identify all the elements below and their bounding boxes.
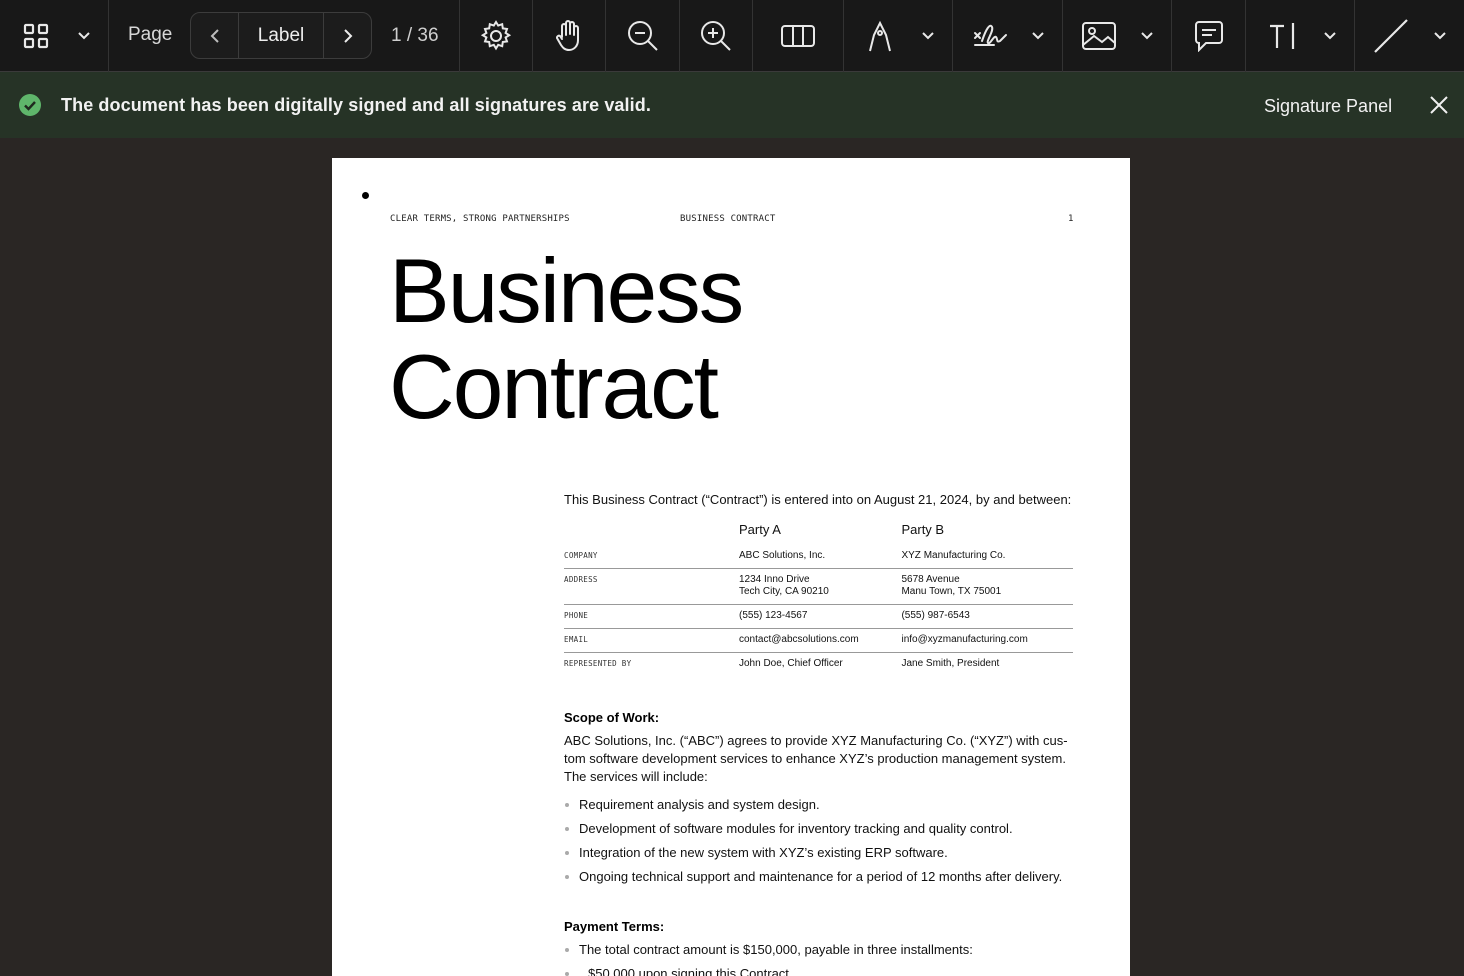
zoom-in-icon[interactable] xyxy=(680,0,752,72)
list-item: Integration of the new system with XYZ’s… xyxy=(564,844,1062,868)
party-b-header: Party B xyxy=(901,522,945,537)
table-header-empty xyxy=(564,520,739,545)
address-line: 1234 Inno Drive xyxy=(739,574,810,585)
page-label-input[interactable]: Label xyxy=(239,13,323,58)
toolbar-divider xyxy=(843,0,844,72)
gear-icon[interactable] xyxy=(460,0,532,72)
list-item: Requirement analysis and system design. xyxy=(564,796,1062,820)
running-header-left: CLEAR TERMS, STRONG PARTNERSHIPS xyxy=(390,214,570,224)
row-key: ADDRESS xyxy=(564,568,739,605)
text-tool-icon[interactable] xyxy=(1262,0,1302,72)
party-b-value: Jane Smith, President xyxy=(901,658,1000,669)
scope-paragraph: ABC Solutions, Inc. (“ABC”) agrees to pr… xyxy=(564,732,1076,786)
payment-list: The total contract amount is $150,000, p… xyxy=(564,941,973,976)
table-row: REPRESENTED BY John Doe, Chief Officer J… xyxy=(564,653,1073,677)
table-row: COMPANY ABC Solutions, Inc. XYZ Manufact… xyxy=(564,545,1073,569)
running-header-center: BUSINESS CONTRACT xyxy=(680,214,776,224)
chevron-down-icon[interactable] xyxy=(74,0,94,72)
signature-status-message: The document has been digitally signed a… xyxy=(61,95,651,115)
list-item: $50,000 upon signing this Contract. xyxy=(564,965,973,976)
table-row: ADDRESS 1234 Inno Drive Tech City, CA 902… xyxy=(564,568,1073,605)
scope-line: ABC Solutions, Inc. (“ABC”) agrees to pr… xyxy=(564,733,1068,748)
party-b-value: XYZ Manufacturing Co. xyxy=(901,545,1073,569)
row-key: PHONE xyxy=(564,604,739,629)
bullet-marker xyxy=(362,192,369,199)
party-b-value: info@xyzmanufacturing.com xyxy=(901,628,1073,653)
toolbar-divider xyxy=(1245,0,1246,72)
toolbar-divider xyxy=(1354,0,1355,72)
zoom-out-icon[interactable] xyxy=(606,0,679,72)
title-line-1: Business xyxy=(389,241,744,342)
page-navigator: Label xyxy=(190,12,372,59)
toolbar-divider xyxy=(108,0,109,72)
grid-view-icon[interactable] xyxy=(20,0,52,72)
signature-icon[interactable] xyxy=(970,0,1010,72)
party-b-value: 5678 Avenue Manu Town, TX 75001 xyxy=(901,568,1073,605)
intro-paragraph: This Business Contract (“Contract”) is e… xyxy=(564,492,1072,507)
close-icon[interactable] xyxy=(1428,94,1450,121)
row-key: COMPANY xyxy=(564,545,739,569)
party-a-value: ABC Solutions, Inc. xyxy=(739,545,902,569)
chevron-right-icon xyxy=(343,28,352,43)
chevron-down-icon[interactable] xyxy=(1430,0,1450,72)
address-line: Manu Town, TX 75001 xyxy=(901,586,1002,597)
page-label: Page xyxy=(128,24,173,45)
table-row: PHONE (555) 123-4567 (555) 987-6543 xyxy=(564,604,1073,629)
signature-panel-link[interactable]: Signature Panel xyxy=(1264,96,1392,117)
next-page-button[interactable] xyxy=(323,13,371,58)
row-key: EMAIL xyxy=(564,628,739,653)
check-circle-icon xyxy=(19,94,41,121)
title-line-2: Contract xyxy=(389,337,719,438)
address-line: 5678 Avenue xyxy=(901,574,960,585)
chevron-left-icon xyxy=(210,28,219,43)
hand-pan-icon[interactable] xyxy=(533,0,605,72)
row-key: REPRESENTED BY xyxy=(564,659,632,668)
image-icon[interactable] xyxy=(1079,0,1119,72)
list-item: Development of software modules for inve… xyxy=(564,820,1062,844)
toolbar: Page Label 1 / 36 xyxy=(0,0,1464,72)
pen-nib-icon[interactable] xyxy=(860,0,900,72)
party-a-value: (555) 123-4567 xyxy=(739,604,902,629)
chevron-down-icon[interactable] xyxy=(1028,0,1048,72)
table-row: EMAIL contact@abcsolutions.com info@xyzm… xyxy=(564,628,1073,653)
list-item: Ongoing technical support and maintenanc… xyxy=(564,868,1062,892)
scope-heading: Scope of Work: xyxy=(564,710,660,725)
comment-icon[interactable] xyxy=(1172,0,1245,72)
scope-list: Requirement analysis and system design. … xyxy=(564,796,1062,892)
columns-layout-icon[interactable] xyxy=(753,0,843,72)
list-item: The total contract amount is $150,000, p… xyxy=(564,941,973,965)
page-number: 1 xyxy=(1068,214,1074,224)
document-title: Business Contract xyxy=(389,241,744,438)
address-line: Tech City, CA 90210 xyxy=(739,586,829,597)
chevron-down-icon[interactable] xyxy=(918,0,938,72)
payment-heading: Payment Terms: xyxy=(564,919,665,934)
party-a-value: John Doe, Chief Officer xyxy=(739,658,843,669)
signature-status-banner: The document has been digitally signed a… xyxy=(0,72,1464,138)
document-page: CLEAR TERMS, STRONG PARTNERSHIPS BUSINES… xyxy=(332,158,1130,976)
toolbar-divider xyxy=(952,0,953,72)
party-b-value: (555) 987-6543 xyxy=(901,604,1073,629)
chevron-down-icon[interactable] xyxy=(1137,0,1157,72)
party-a-value: contact@abcsolutions.com xyxy=(739,628,902,653)
scope-line: The services will include: xyxy=(564,769,708,784)
toolbar-divider xyxy=(1062,0,1063,72)
previous-page-button[interactable] xyxy=(191,13,239,58)
page-count: 1 / 36 xyxy=(391,25,439,46)
chevron-down-icon[interactable] xyxy=(1320,0,1340,72)
parties-table: Party A Party B COMPANY ABC Solutions, I… xyxy=(564,520,1073,676)
scope-line: tom software development services to enh… xyxy=(564,751,1066,766)
line-tool-icon[interactable] xyxy=(1371,0,1411,72)
party-a-header: Party A xyxy=(739,522,781,537)
party-a-value: 1234 Inno Drive Tech City, CA 90210 xyxy=(739,568,902,605)
table-header-row: Party A Party B xyxy=(564,520,1073,545)
